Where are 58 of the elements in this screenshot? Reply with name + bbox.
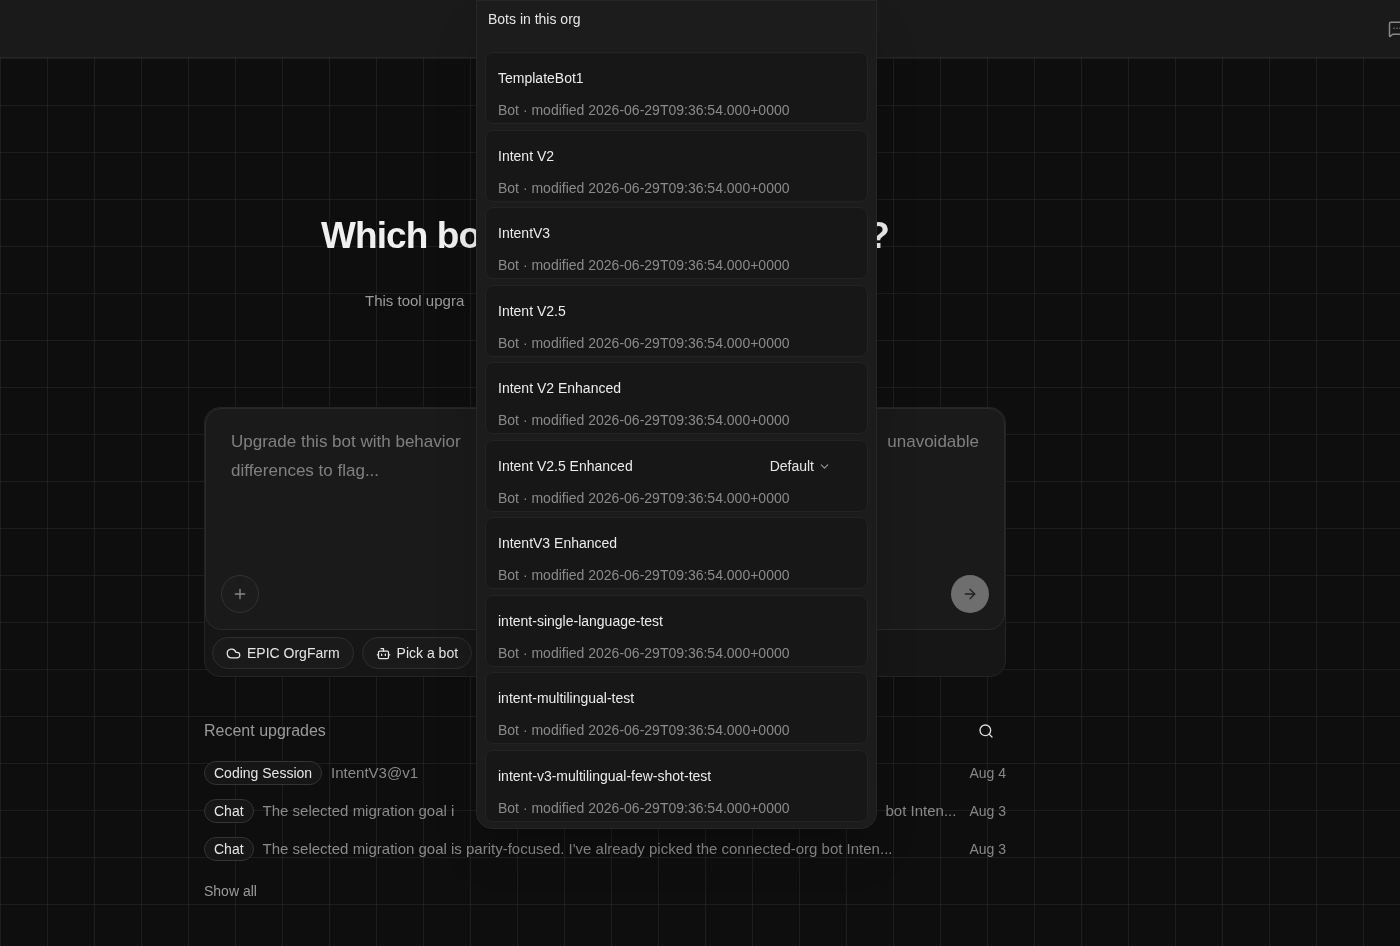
bot-name: intent-v3-multilingual-few-shot-test: [498, 766, 712, 786]
type-tag: Chat: [204, 837, 254, 861]
bot-meta: Bot · modified 2026-06-29T09:36:54.000+0000: [498, 799, 790, 816]
upgrade-summary[interactable]: The selected migration goal i: [262, 799, 455, 823]
upgrade-date: Aug 4: [969, 763, 1006, 783]
bot-name: intent-multilingual-test: [498, 689, 635, 708]
bot-option[interactable]: Intent V2.5 Bot · modified 2026-06-29T09:36:54.000+0000: [485, 284, 868, 357]
bot-meta: Bot · modified 2026-06-29T09:36:54.000+0000: [498, 722, 790, 738]
send-button[interactable]: [951, 575, 989, 613]
chat-icon[interactable]: [1388, 19, 1400, 38]
bot-name: Intent V2: [498, 146, 555, 166]
bot-meta: Bot · modified 2026-06-29T09:36:54.000+0000: [498, 102, 790, 118]
bot-meta: Bot · modified 2026-06-29T09:36:54.000+0000: [498, 489, 790, 506]
bot-option[interactable]: IntentV3 Enhanced Bot · modified 2026-06-29T09:36:54.000+0000: [485, 517, 868, 589]
bot-name: IntentV3: [498, 224, 551, 243]
placeholder-text: unavoidable: [887, 431, 979, 453]
version-select[interactable]: Default: [769, 455, 831, 477]
type-tag: Chat: [204, 799, 254, 823]
bot-meta: Bot · modified 2026-06-29T09:36:54.000+0000: [498, 412, 790, 428]
upgrade-summary[interactable]: bot Inten...: [885, 799, 957, 823]
bot-meta: Bot · modified 2026-06-29T09:36:54.000+0000: [498, 644, 790, 661]
bot-name: Intent V2 Enhanced: [498, 379, 621, 398]
bot-option[interactable]: Intent V2.5 Enhanced Default Bot · modified 2026-06-29T09:36:54.000+0000: [485, 439, 868, 512]
upgrade-summary[interactable]: The selected migration goal is parity-focused. I've already picked the connected-org bot Inten...: [262, 837, 893, 861]
bot-option[interactable]: intent-single-language-test Bot · modified 2026-06-29T09:36:54.000+0000: [485, 594, 868, 667]
bot-option[interactable]: Intent V2 Bot · modified 2026-06-29T09:36:54.000+0000: [485, 129, 868, 202]
placeholder-text: Upgrade this bot with behavior: [231, 431, 461, 453]
bot-option[interactable]: Intent V2 Enhanced Bot · modified 2026-06-29T09:36:54.000+0000: [485, 362, 868, 434]
upgrade-date: Aug 3: [969, 801, 1006, 821]
bot-name: Intent V2.5 Enhanced: [498, 456, 633, 476]
chip-button[interactable]: EPIC OrgFarm: [212, 637, 354, 669]
type-tag: Coding Session: [204, 761, 323, 785]
bot-name: TemplateBot1: [498, 69, 584, 88]
bot-option[interactable]: intent-multilingual-test Bot · modified 2026-06-29T09:36:54.000+0000: [485, 672, 868, 744]
bot-option[interactable]: TemplateBot1 Bot · modified 2026-06-29T09:36:54.000+0000: [485, 52, 868, 124]
bot-meta: Bot · modified 2026-06-29T09:36:54.000+0000: [498, 567, 790, 583]
bot-meta: Bot · modified 2026-06-29T09:36:54.000+0000: [498, 179, 790, 196]
placeholder-text: differences to flag...: [231, 460, 380, 482]
chip-button[interactable]: Pick a bot: [361, 637, 473, 669]
robot-icon: [375, 645, 391, 661]
show-all-link[interactable]: Show all: [204, 881, 257, 902]
bot-meta: Bot · modified 2026-06-29T09:36:54.000+0000: [498, 334, 790, 351]
search-icon[interactable]: [978, 723, 994, 739]
cloud-icon: [226, 645, 241, 661]
dropdown-title: Bots in this org: [488, 11, 581, 27]
upgrade-date: Aug 3: [969, 839, 1006, 859]
bot-name: IntentV3 Enhanced: [498, 534, 618, 553]
section-title: Recent upgrades: [204, 721, 326, 741]
plus-icon: [232, 586, 248, 602]
bot-meta: Bot · modified 2026-06-29T09:36:54.000+0000: [498, 257, 790, 273]
bot-name: intent-single-language-test: [498, 611, 663, 631]
page-subtitle: This tool upgra: [365, 291, 465, 309]
arrow-right-icon: [962, 586, 978, 602]
add-button[interactable]: [221, 575, 259, 613]
upgrade-summary[interactable]: IntentV3@v1: [331, 761, 418, 785]
bot-option[interactable]: IntentV3 Bot · modified 2026-06-29T09:36:54.000+0000: [485, 207, 868, 279]
bot-name: Intent V2.5: [498, 301, 566, 321]
bot-option[interactable]: intent-v3-multilingual-few-shot-test Bot · modified 2026-06-29T09:36:54.000+0000: [485, 749, 868, 822]
